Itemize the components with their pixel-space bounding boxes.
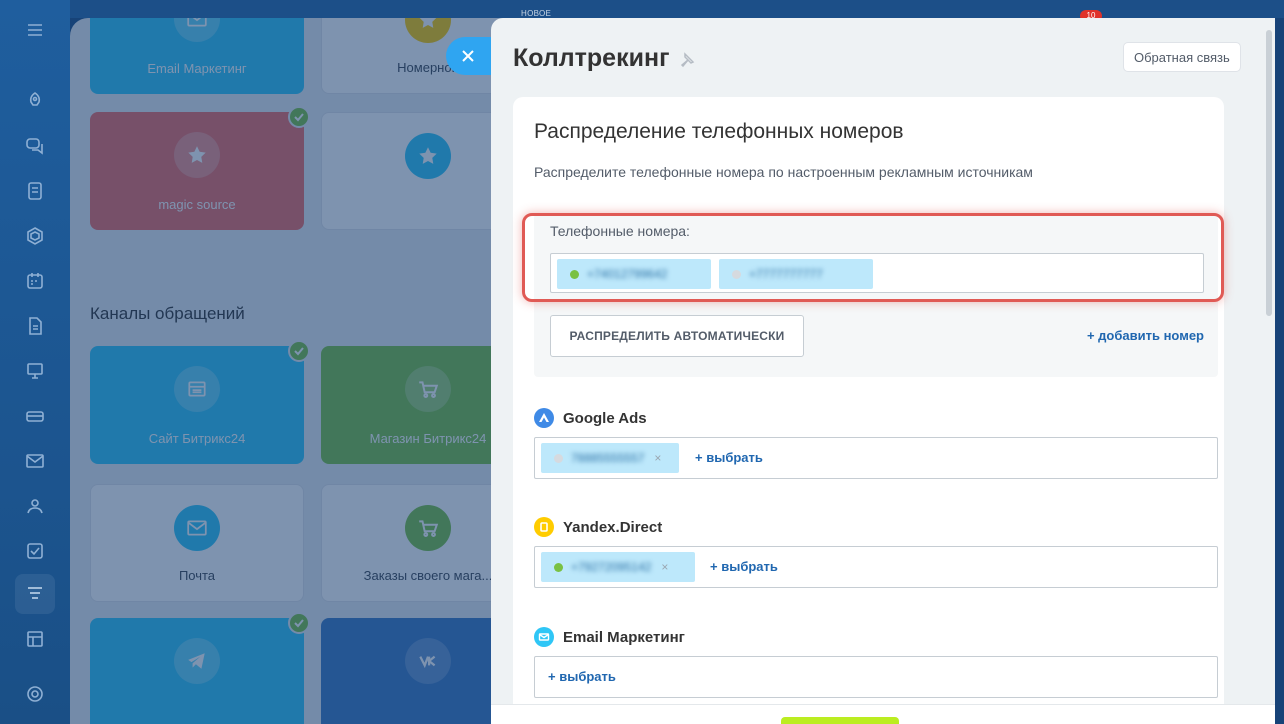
cart-icon — [405, 366, 451, 412]
save-button[interactable] — [781, 717, 899, 724]
tile-label: Сайт Битрикс24 — [148, 431, 246, 446]
source-google-ads: Google Ads 78885555557 × + выбрать — [534, 408, 1218, 479]
crm-icon[interactable] — [23, 224, 47, 248]
rocket-icon[interactable] — [23, 89, 47, 113]
email-marketing-icon — [534, 627, 554, 647]
mail-icon[interactable] — [23, 449, 47, 473]
cart-icon — [405, 505, 451, 551]
plus-icon: + — [548, 669, 560, 684]
mail-icon — [174, 505, 220, 551]
tile-magic-source[interactable]: magic source — [90, 106, 310, 230]
tile-shop[interactable]: Магазин Битрикс24 — [321, 346, 510, 464]
phone-numbers-block: Телефонные номера: +74012799642 +7777777… — [522, 213, 1224, 377]
tasks-icon[interactable] — [23, 179, 47, 203]
tile-label: magic source — [158, 197, 236, 212]
telegram-icon — [174, 638, 220, 684]
google-ads-icon — [534, 408, 554, 428]
tile-vk[interactable] — [321, 618, 510, 724]
source-name: Google Ads — [563, 409, 647, 427]
close-panel-button[interactable] — [446, 37, 492, 75]
sites-icon[interactable] — [23, 627, 47, 651]
plus-icon: + — [1086, 328, 1099, 343]
source-email-marketing: Email Маркетинг + выбрать — [534, 627, 1218, 698]
check-icon — [288, 612, 310, 634]
pin-icon[interactable] — [679, 52, 695, 68]
source-yandex-direct: Yandex.Direct +79272095142 × + выбрать — [534, 517, 1218, 588]
add-number-link[interactable]: + добавить номер — [1087, 328, 1204, 343]
tile-telegram[interactable] — [90, 612, 310, 724]
remove-icon[interactable]: × — [661, 560, 668, 574]
select-label: выбрать — [559, 669, 616, 684]
section-title: Каналы обращений — [90, 304, 245, 323]
tile-label: Почта — [178, 568, 216, 583]
new-label: НОВОЕ — [521, 9, 552, 18]
settings-icon[interactable] — [23, 682, 47, 706]
source-numbers-field[interactable]: 78885555557 × + выбрать — [534, 437, 1218, 479]
source-name: Yandex.Direct — [563, 518, 663, 536]
status-dot — [554, 453, 563, 463]
tile-email-marketing[interactable]: Email Маркетинг — [90, 18, 304, 94]
auto-distribute-button[interactable]: РАСПРЕДЕЛИТЬ АВТОМАТИЧЕСКИ — [550, 315, 804, 357]
select-label: выбрать — [706, 450, 763, 465]
select-link[interactable]: + выбрать — [548, 669, 616, 684]
star-icon — [405, 18, 451, 43]
source-numbers-field[interactable]: + выбрать — [534, 656, 1218, 698]
plus-icon: + — [695, 450, 707, 465]
vk-icon — [405, 638, 451, 684]
card-description: Распределите телефонные номера по настро… — [534, 164, 1033, 180]
remove-icon[interactable]: × — [654, 451, 661, 465]
select-link[interactable]: + выбрать — [695, 450, 763, 465]
feedback-button[interactable]: Обратная связь — [1123, 42, 1241, 72]
scrollbar[interactable] — [1266, 30, 1272, 316]
panel-title: Коллтрекинг — [513, 44, 670, 72]
funnel-icon[interactable] — [23, 582, 47, 606]
select-link[interactable]: + выбрать — [710, 559, 778, 574]
add-number-label: добавить номер — [1098, 328, 1204, 343]
cards-icon[interactable] — [23, 404, 47, 428]
tile-label: Заказы своего мага... — [363, 568, 493, 583]
status-dot — [554, 562, 563, 572]
calendar-icon[interactable] — [23, 269, 47, 293]
menu-icon[interactable] — [23, 18, 47, 42]
phone-number-chip[interactable]: 78885555557 × — [541, 443, 679, 473]
check-icon — [288, 106, 310, 128]
background-page: Email Маркетинг Номерной magic source Ка… — [70, 18, 510, 724]
check-icon — [288, 340, 310, 362]
calltracking-panel: Коллтрекинг Обратная связь Распределение… — [491, 18, 1275, 724]
highlight-frame — [522, 213, 1224, 302]
source-numbers-field[interactable]: +79272095142 × + выбрать — [534, 546, 1218, 588]
yandex-direct-icon — [534, 517, 554, 537]
tile-source[interactable] — [321, 112, 510, 230]
site-icon — [174, 366, 220, 412]
panel-footer — [491, 704, 1275, 724]
phone-number-value: 78885555557 — [571, 451, 645, 465]
distribution-card: Распределение телефонных номеров Распред… — [513, 97, 1224, 724]
tile-label: Магазин Битрикс24 — [369, 431, 487, 446]
docs-icon[interactable] — [23, 314, 47, 338]
phone-number-value: +79272095142 — [571, 560, 652, 574]
star-icon — [174, 132, 220, 178]
tile-orders[interactable]: Заказы своего мага... — [321, 484, 510, 602]
star-icon — [405, 133, 451, 179]
close-icon — [462, 50, 474, 62]
plus-icon: + — [710, 559, 722, 574]
phone-number-chip[interactable]: +79272095142 × — [541, 552, 695, 582]
mail-icon — [174, 18, 220, 42]
card-title: Распределение телефонных номеров — [534, 120, 904, 143]
tile-label: Email Маркетинг — [147, 61, 247, 76]
select-label: выбрать — [721, 559, 778, 574]
source-name: Email Маркетинг — [563, 628, 685, 646]
tile-site[interactable]: Сайт Битрикс24 — [90, 340, 310, 464]
checkbox-icon[interactable] — [23, 539, 47, 563]
contacts-icon[interactable] — [23, 494, 47, 518]
presentation-icon[interactable] — [23, 359, 47, 383]
left-rail — [0, 0, 70, 724]
tile-mail[interactable]: Почта — [90, 484, 304, 602]
chat-icon[interactable] — [23, 134, 47, 158]
